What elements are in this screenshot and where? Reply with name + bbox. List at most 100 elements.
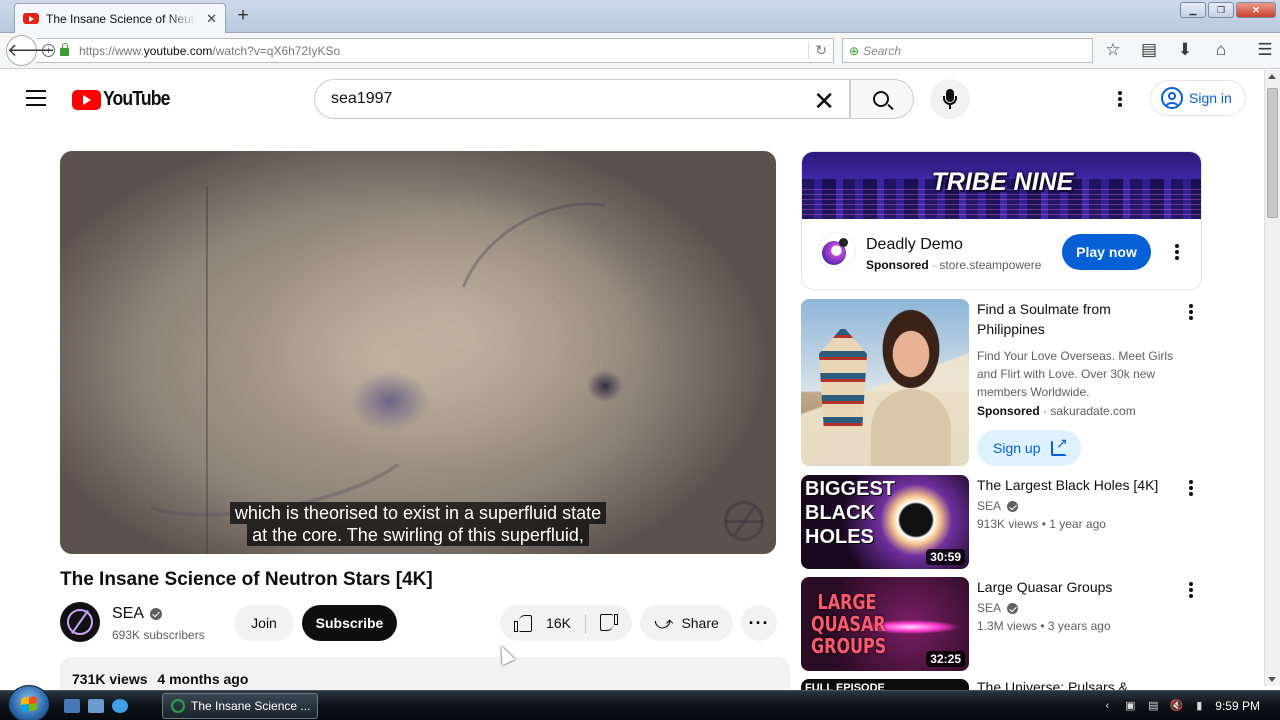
- join-button[interactable]: Join: [234, 605, 294, 641]
- download-icon[interactable]: ⬇: [1174, 39, 1196, 61]
- caption-line: which is theorised to exist in a superfl…: [60, 502, 776, 525]
- promo-info: Find a Soulmate from Philippines Find Yo…: [977, 299, 1177, 418]
- video-player[interactable]: which is theorised to exist in a superfl…: [60, 151, 776, 554]
- tray-app-icon[interactable]: ▣: [1123, 699, 1137, 713]
- video-thumbnail[interactable]: BIGGEST BLACK HOLES 30:59: [801, 475, 969, 569]
- thumbnail-text: LARGE QUASAR GROUPS: [811, 590, 887, 658]
- scroll-down-icon[interactable]: [1268, 677, 1276, 682]
- reload-icon[interactable]: ↻: [808, 42, 827, 59]
- browser-search-box[interactable]: ⊕ Search: [842, 38, 1093, 63]
- video-meta: 1.3M views • 3 years ago: [977, 619, 1111, 633]
- clear-search-icon[interactable]: ✕: [813, 86, 835, 117]
- more-actions-button[interactable]: ···: [741, 605, 777, 641]
- ad-banner-image[interactable]: TRIBE NINE: [802, 152, 1201, 219]
- channel-name[interactable]: SEA: [112, 605, 163, 623]
- promo-more-icon[interactable]: [1189, 304, 1193, 320]
- ad-title[interactable]: Deadly Demo: [866, 236, 963, 254]
- channel-link[interactable]: SEA: [977, 499, 1177, 513]
- tab-close-icon[interactable]: ✕: [206, 11, 217, 27]
- item-more-icon[interactable]: [1189, 480, 1193, 496]
- pagoda-graphic: [819, 329, 867, 429]
- sign-in-button[interactable]: Sign in: [1150, 80, 1246, 116]
- video-title-link[interactable]: Large Quasar Groups: [977, 577, 1177, 597]
- share-icon: ⤻: [654, 612, 674, 633]
- tray-power-icon[interactable]: ▮: [1192, 699, 1206, 713]
- promo-item[interactable]: Find a Soulmate from Philippines Find Yo…: [801, 299, 1221, 467]
- subscribe-button[interactable]: Subscribe: [302, 605, 397, 641]
- list-item[interactable]: FULL EPISODE The Universe: Pulsars &: [801, 679, 1221, 690]
- search-button[interactable]: [850, 79, 914, 119]
- new-tab-button[interactable]: +: [232, 5, 254, 27]
- search-query: sea1997: [331, 90, 393, 107]
- browser-toolbar-icons: ☆ ▤ ⬇ ⌂ ☰: [1102, 39, 1276, 61]
- hamburger-icon[interactable]: [26, 90, 46, 106]
- sign-in-label: Sign in: [1189, 90, 1232, 106]
- sponsored-ad-card[interactable]: TRIBE NINE Deadly Demo Sponsored · store…: [801, 151, 1202, 290]
- menu-icon[interactable]: ☰: [1254, 39, 1276, 61]
- scrollbar-thumb[interactable]: [1267, 88, 1278, 218]
- share-button[interactable]: ⤻ Share: [640, 605, 733, 641]
- star-icon[interactable]: ☆: [1102, 39, 1124, 61]
- like-button[interactable]: 16K: [500, 605, 585, 641]
- show-desktop-icon[interactable]: [64, 699, 80, 713]
- restore-button[interactable]: ❐: [1208, 2, 1234, 18]
- minimize-button[interactable]: ▁: [1180, 2, 1206, 18]
- start-button[interactable]: [8, 685, 50, 720]
- more-icon[interactable]: [1118, 91, 1122, 107]
- promo-meta: Sponsored · sakuradate.com: [977, 404, 1136, 418]
- promo-title[interactable]: Find a Soulmate from Philippines: [977, 299, 1177, 339]
- duration-badge: 32:25: [926, 651, 965, 667]
- home-icon[interactable]: ⌂: [1210, 39, 1232, 61]
- ad-more-icon[interactable]: [1175, 244, 1179, 260]
- network-icon[interactable]: ▤: [1146, 699, 1160, 713]
- url-text[interactable]: https://www.youtube.com/watch?v=qX6h72Iy…: [79, 44, 340, 58]
- dislike-button[interactable]: [586, 605, 632, 641]
- youtube-logo-icon: [72, 89, 101, 110]
- youtube-logo-text: YouTube: [103, 88, 170, 110]
- browser-navbar: i https://www.youtube.com/watch?v=qX6h72…: [0, 33, 1280, 69]
- video-info: Large Quasar Groups SEA 1.3M views • 3 y…: [977, 577, 1177, 633]
- video-title-link[interactable]: The Universe: Pulsars &: [977, 679, 1177, 690]
- search-icon: [873, 91, 889, 107]
- item-more-icon[interactable]: [1189, 582, 1193, 598]
- internet-explorer-icon[interactable]: [112, 699, 128, 713]
- tray-arrow-icon[interactable]: ‹: [1100, 699, 1114, 713]
- browser-tab[interactable]: The Insane Science of Neutron Stars [4K]…: [14, 3, 226, 33]
- person-graphic: [871, 389, 951, 466]
- video-title-link[interactable]: The Largest Black Holes [4K]: [977, 475, 1177, 495]
- page-scrollbar[interactable]: [1264, 70, 1280, 686]
- address-bar[interactable]: i https://www.youtube.com/watch?v=qX6h72…: [36, 38, 834, 63]
- video-thumbnail[interactable]: LARGE QUASAR GROUPS 32:25: [801, 577, 969, 671]
- search-engine-icon: ⊕: [849, 43, 860, 58]
- list-item[interactable]: BIGGEST BLACK HOLES 30:59 The Largest Bl…: [801, 475, 1221, 569]
- bookmarks-icon[interactable]: ▤: [1138, 39, 1160, 61]
- switch-windows-icon[interactable]: [88, 699, 104, 713]
- play-now-button[interactable]: Play now: [1062, 234, 1151, 270]
- window-controls: ▁ ❐ ✕: [1180, 2, 1276, 18]
- scroll-up-icon[interactable]: [1268, 74, 1276, 79]
- volume-icon[interactable]: 🔇: [1169, 699, 1183, 713]
- close-window-button[interactable]: ✕: [1236, 2, 1276, 18]
- clock[interactable]: 9:59 PM: [1215, 699, 1260, 713]
- video-thumbnail[interactable]: FULL EPISODE: [801, 679, 969, 690]
- promo-thumbnail[interactable]: [801, 299, 969, 466]
- sign-up-button[interactable]: Sign up: [977, 430, 1081, 466]
- youtube-logo[interactable]: YouTube: [72, 88, 179, 111]
- like-icon: [514, 614, 533, 632]
- advertiser-logo[interactable]: [818, 232, 856, 270]
- channel-link[interactable]: SEA: [977, 601, 1177, 615]
- lock-icon: [60, 43, 69, 56]
- search-input[interactable]: sea1997 ✕: [314, 79, 850, 119]
- list-item[interactable]: LARGE QUASAR GROUPS 32:25 Large Quasar G…: [801, 577, 1221, 671]
- taskbar-browser-button[interactable]: The Insane Science ...: [162, 693, 318, 719]
- channel-avatar[interactable]: [60, 602, 100, 642]
- back-button[interactable]: 🡐: [6, 35, 55, 66]
- video-info: The Largest Black Holes [4K] SEA 913K vi…: [977, 475, 1177, 531]
- share-label: Share: [681, 615, 719, 631]
- channel-watermark-icon[interactable]: [724, 501, 764, 541]
- screen: The Insane Science of Neutron Stars [4K]…: [0, 0, 1280, 720]
- voice-search-button[interactable]: [930, 79, 970, 119]
- system-tray: ‹ ▣ ▤ 🔇 ▮ 9:59 PM: [1100, 691, 1280, 720]
- like-count: 16K: [546, 615, 571, 631]
- more-horizontal-icon: ···: [748, 612, 770, 633]
